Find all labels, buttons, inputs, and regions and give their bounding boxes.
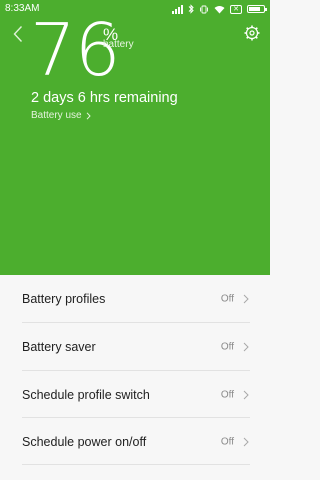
battery-use-link[interactable]: Battery use (31, 110, 91, 121)
back-button[interactable] (8, 22, 28, 46)
wifi-icon (214, 5, 225, 13)
battery-saver-row[interactable]: Battery saver Off (0, 323, 270, 370)
chevron-left-icon (13, 26, 23, 42)
battery-label: battery (103, 39, 134, 50)
status-icons: ✕ (172, 3, 267, 15)
chevron-right-icon (86, 111, 91, 120)
gear-icon[interactable] (243, 24, 261, 42)
row-value: Off (220, 436, 234, 447)
chevron-right-icon (243, 437, 249, 446)
row-label: Schedule profile switch (22, 387, 150, 402)
settings-list: Battery profiles Off Battery saver Off S… (0, 275, 270, 480)
battery-icon (247, 5, 267, 13)
bluetooth-icon (188, 4, 194, 14)
battery-header: 8:33AM ✕ 76 % battery 2 days 6 hrs remai… (0, 0, 270, 275)
signal-icon (172, 4, 184, 14)
chevron-right-icon (243, 390, 249, 399)
row-label: Schedule power on/off (22, 434, 147, 449)
battery-profiles-row[interactable]: Battery profiles Off (0, 275, 270, 322)
row-value: Off (220, 389, 234, 400)
schedule-profile-switch-row[interactable]: Schedule profile switch Off (0, 371, 270, 418)
chevron-right-icon (243, 342, 249, 351)
row-value: Off (220, 293, 234, 304)
row-label: Battery saver (22, 339, 96, 354)
divider (22, 464, 250, 465)
schedule-power-row[interactable]: Schedule power on/off Off (0, 418, 270, 465)
battery-fill (249, 7, 260, 11)
vibrate-icon (200, 5, 209, 13)
chevron-right-icon (243, 294, 249, 303)
row-value: Off (220, 341, 234, 352)
row-label: Battery profiles (22, 291, 106, 306)
time-remaining: 2 days 6 hrs remaining (31, 90, 178, 106)
battery-use-label: Battery use (31, 110, 82, 121)
no-sim-icon: ✕ (230, 4, 242, 14)
